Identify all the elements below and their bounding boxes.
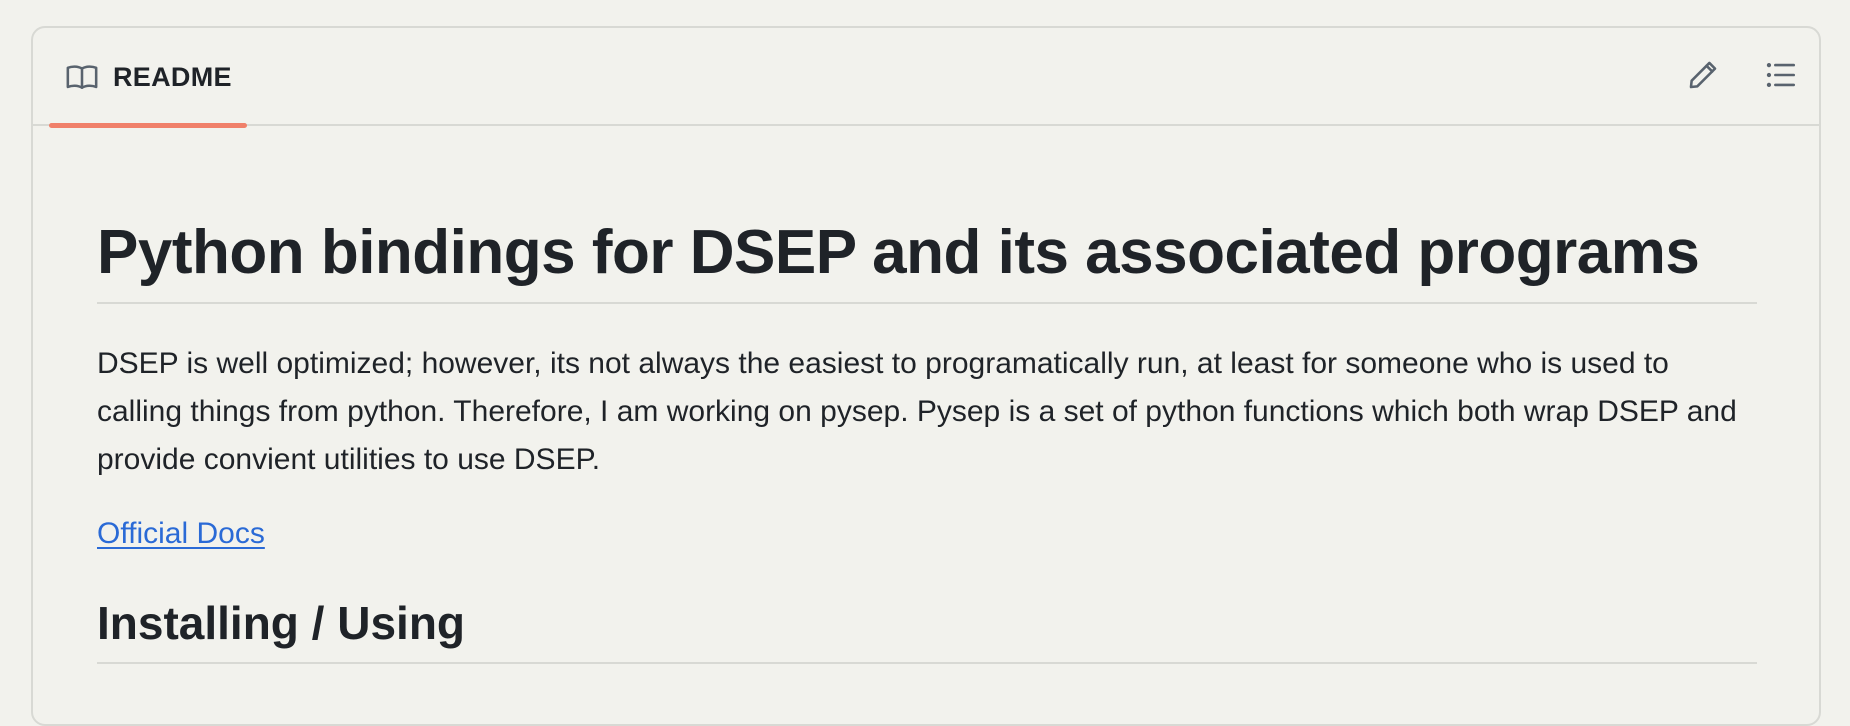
book-icon [65, 60, 99, 94]
tab-readme-label: README [113, 61, 232, 92]
outline-button[interactable] [1761, 57, 1801, 97]
readme-header: README [33, 28, 1819, 128]
section-heading-installing: Installing / Using [97, 597, 466, 649]
pencil-icon [1686, 58, 1720, 97]
intro-paragraph: DSEP is well optimized; however, its not… [97, 347, 1737, 476]
readme-panel: README Python bindings for DSEP and its … [31, 26, 1821, 726]
header-actions [1683, 28, 1801, 126]
edit-button[interactable] [1683, 57, 1723, 97]
tab-readme[interactable]: README [49, 28, 247, 128]
official-docs-link[interactable]: Official Docs [97, 514, 265, 554]
readme-content: Python bindings for DSEP and its associa… [97, 126, 1757, 664]
page-title: Python bindings for DSEP and its associa… [97, 218, 1700, 287]
title-divider [97, 302, 1757, 304]
section-divider [97, 662, 1757, 664]
list-unordered-icon [1764, 58, 1798, 97]
